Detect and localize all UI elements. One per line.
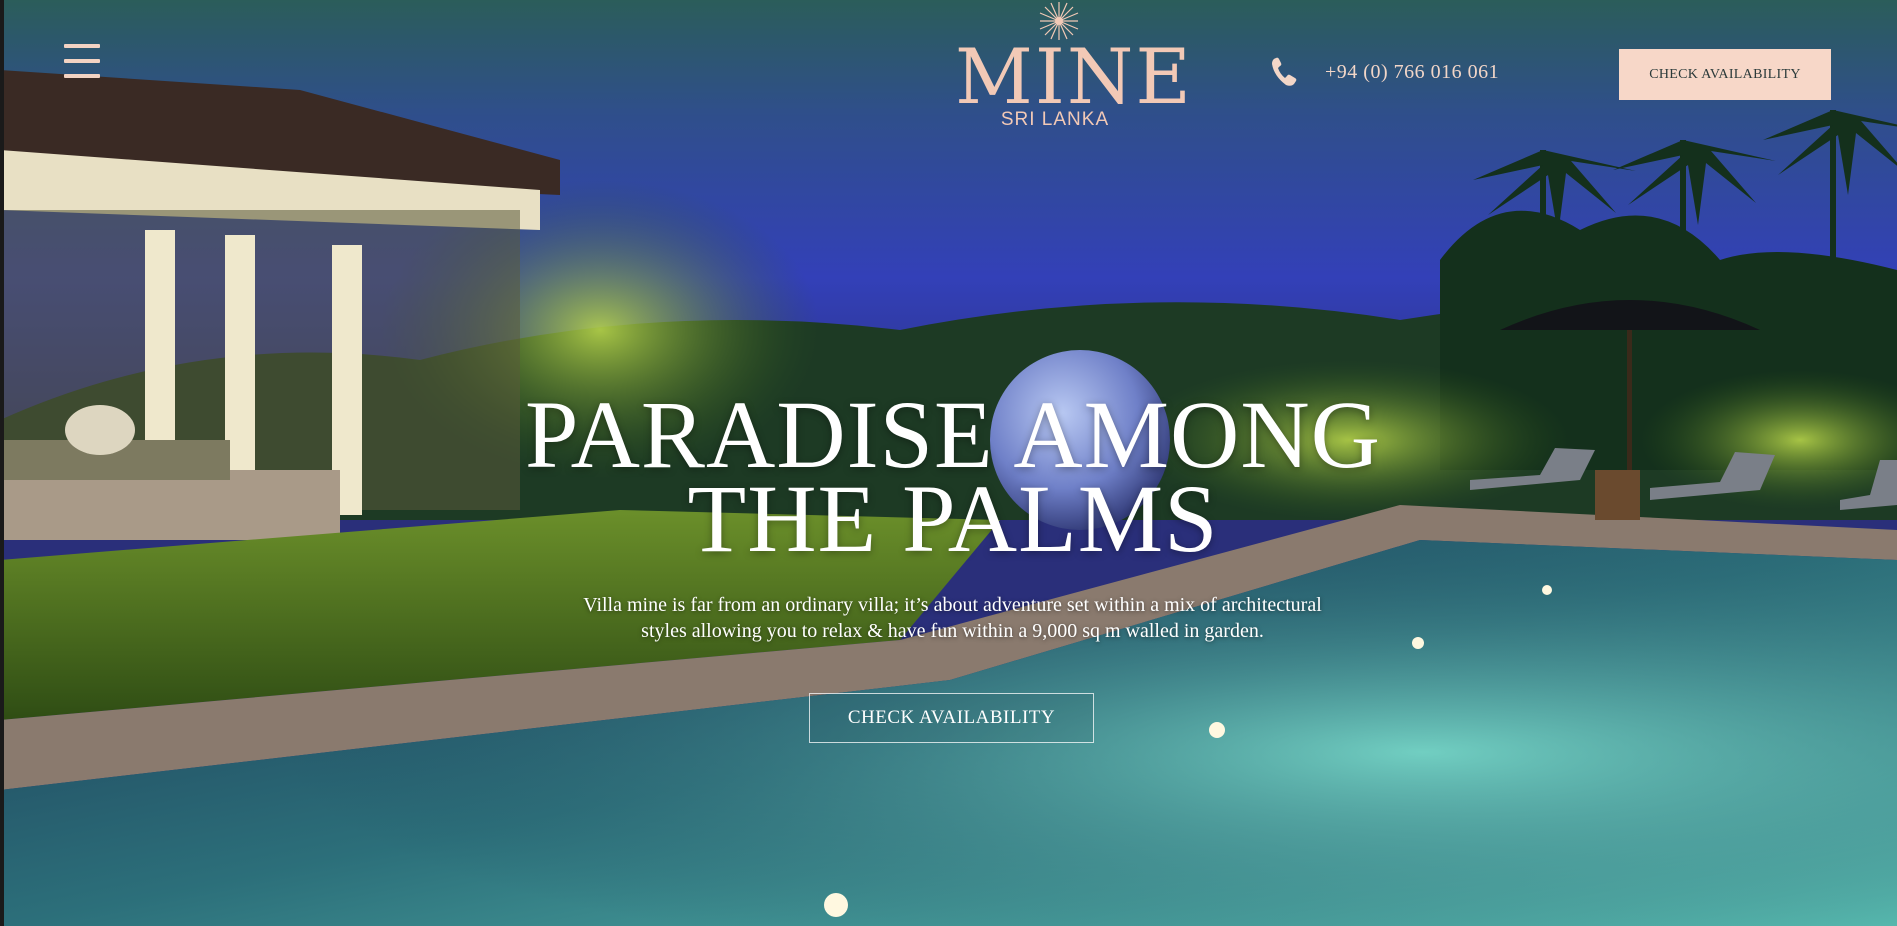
logo-wordmark: MINE	[955, 32, 1193, 121]
hero-check-availability-button[interactable]: CHECK AVAILABILITY	[809, 693, 1094, 743]
hero-title: PARADISE AMONG THE PALMS	[400, 387, 1506, 572]
logo-subtitle: SRI LANKA	[1000, 109, 1110, 130]
hero-page: MINE SRI LANKA +94 (0) 766 016 061 CHECK…	[0, 0, 1897, 926]
phone-number: +94 (0) 766 016 061	[1325, 60, 1500, 83]
check-availability-button[interactable]: CHECK AVAILABILITY	[1619, 49, 1831, 100]
hero-title-line: THE PALMS	[687, 465, 1219, 572]
site-logo[interactable]: MINE SRI LANKA	[955, 0, 1193, 135]
hero-description-line: styles allowing you to relax & have fun …	[641, 620, 1264, 642]
phone-contact[interactable]: +94 (0) 766 016 061	[1270, 52, 1499, 92]
menu-button[interactable]	[64, 44, 100, 84]
phone-icon	[1272, 57, 1297, 86]
hero-description: Villa mine is far from an ordinary villa…	[480, 592, 1425, 644]
hamburger-icon	[64, 44, 100, 48]
hero-description-line: Villa mine is far from an ordinary villa…	[583, 594, 1322, 616]
